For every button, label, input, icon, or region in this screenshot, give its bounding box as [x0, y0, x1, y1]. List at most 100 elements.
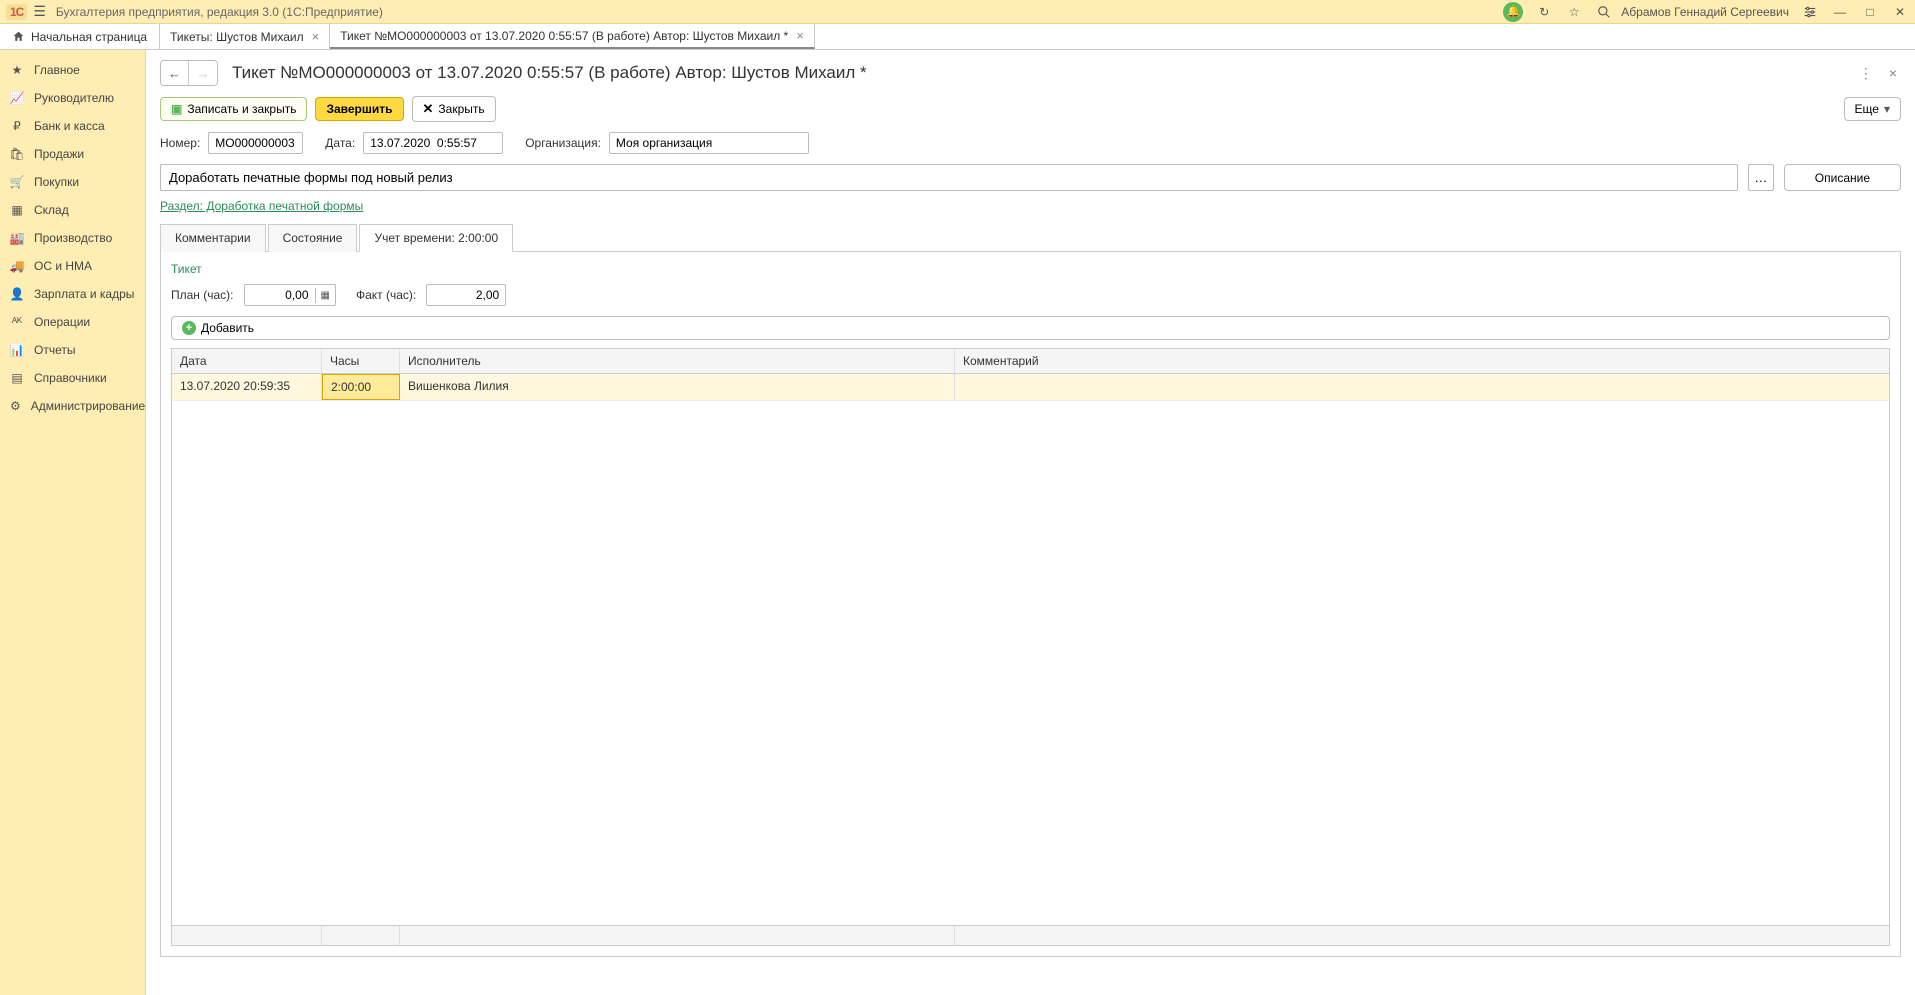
sidebar-item-label: Продажи	[34, 147, 84, 161]
org-input[interactable]	[609, 132, 809, 154]
tab-status[interactable]: Состояние	[268, 224, 358, 252]
nav-buttons: ← →	[160, 60, 218, 86]
search-icon[interactable]	[1595, 3, 1613, 21]
tab-home-label: Начальная страница	[31, 30, 147, 44]
star-icon: ★	[10, 63, 24, 77]
favorite-icon[interactable]: ☆	[1565, 3, 1583, 21]
report-icon: 📊	[10, 343, 24, 357]
sidebar-item-reports[interactable]: 📊Отчеты	[0, 336, 145, 364]
sidebar-item-bank[interactable]: ₽Банк и касса	[0, 112, 145, 140]
cell-hours[interactable]: 2:00:00	[322, 374, 400, 400]
ops-icon: ᴬᴷ	[10, 315, 24, 329]
sidebar-item-warehouse[interactable]: ▦Склад	[0, 196, 145, 224]
save-close-button[interactable]: ▣ Записать и закрыть	[160, 97, 307, 121]
sidebar-item-label: Покупки	[34, 175, 79, 189]
close-icon[interactable]: ×	[796, 28, 804, 43]
menu-dots-icon[interactable]: ⋮	[1855, 61, 1877, 86]
cell-date[interactable]: 13.07.2020 20:59:35	[172, 374, 322, 400]
section-link[interactable]: Раздел: Доработка печатной формы	[160, 199, 363, 213]
time-grid: Дата Часы Исполнитель Комментарий 13.07.…	[171, 348, 1890, 946]
sidebar-item-manager[interactable]: 📈Руководителю	[0, 84, 145, 112]
tab-timetracking[interactable]: Учет времени: 2:00:00	[359, 224, 513, 252]
sidebar-item-purchases[interactable]: 🛒 Покупки	[0, 168, 145, 196]
subject-input-wrap	[160, 164, 1738, 191]
plan-label: План (час):	[171, 288, 234, 302]
col-person[interactable]: Исполнитель	[400, 349, 955, 373]
sidebar-item-salary[interactable]: 👤Зарплата и кадры	[0, 280, 145, 308]
inner-tabs: Комментарии Состояние Учет времени: 2:00…	[160, 223, 1901, 252]
app-logo: 1C	[6, 4, 27, 20]
sidebar: ★Главное 📈Руководителю ₽Банк и касса 🛍Пр…	[0, 50, 146, 995]
sidebar-item-sales[interactable]: 🛍Продажи	[0, 140, 145, 168]
col-comment[interactable]: Комментарий	[955, 349, 1889, 373]
sidebar-item-label: Операции	[34, 315, 90, 329]
minimize-icon[interactable]: —	[1831, 3, 1849, 21]
sidebar-item-directories[interactable]: ▤ Справочники	[0, 364, 145, 392]
tabbar: Начальная страница Тикеты: Шустов Михаил…	[0, 24, 1915, 50]
sidebar-item-operations[interactable]: ᴬᴷ Операции	[0, 308, 145, 336]
tab-ticket-detail[interactable]: Тикет №МО000000003 от 13.07.2020 0:55:57…	[330, 24, 815, 49]
calculator-icon[interactable]: ▦	[315, 288, 335, 303]
basket-icon: 🛒	[10, 175, 24, 189]
sidebar-item-label: Справочники	[34, 371, 107, 385]
person-icon: 👤	[10, 287, 24, 301]
more-button[interactable]: Еще	[1844, 97, 1901, 121]
close-button[interactable]: ✕ Закрыть	[412, 96, 496, 122]
date-label: Дата:	[325, 136, 355, 150]
truck-icon: 🚚	[10, 259, 24, 273]
cell-person[interactable]: Вишенкова Лилия	[400, 374, 955, 400]
tab-home[interactable]: Начальная страница	[0, 24, 160, 49]
tab-content: Тикет План (час): ▦ Факт (час): + Добави…	[160, 252, 1901, 957]
ticket-link[interactable]: Тикет	[171, 262, 1890, 276]
sidebar-item-admin[interactable]: ⚙ Администрирование	[0, 392, 145, 420]
bank-icon: ₽	[10, 119, 24, 133]
close-window-icon[interactable]: ✕	[1891, 3, 1909, 21]
date-input[interactable]	[363, 132, 503, 154]
toolbar: ▣ Записать и закрыть Завершить ✕ Закрыть Е…	[160, 96, 1901, 122]
add-button[interactable]: + Добавить	[171, 316, 1890, 340]
col-hours[interactable]: Часы	[322, 349, 400, 373]
maximize-icon[interactable]: □	[1861, 3, 1879, 21]
user-name[interactable]: Абрамов Геннадий Сергеевич	[1621, 5, 1789, 19]
tab-comments[interactable]: Комментарии	[160, 224, 266, 252]
gear-icon: ⚙	[10, 399, 21, 413]
cell-comment[interactable]	[955, 374, 1889, 400]
x-icon: ✕	[423, 101, 434, 117]
bell-icon[interactable]: 🔔	[1503, 2, 1523, 22]
book-icon: ▤	[10, 371, 24, 385]
finish-button[interactable]: Завершить	[315, 97, 403, 121]
org-label: Организация:	[525, 136, 601, 150]
plan-input[interactable]	[245, 285, 315, 305]
close-icon[interactable]: ×	[312, 29, 320, 44]
col-date[interactable]: Дата	[172, 349, 322, 373]
boxes-icon: ▦	[10, 203, 24, 217]
plus-icon: +	[182, 321, 196, 335]
button-label: Закрыть	[438, 102, 484, 116]
close-page-icon[interactable]: ×	[1885, 61, 1901, 86]
app-title: Бухгалтерия предприятия, редакция 3.0 (1…	[56, 5, 383, 19]
settings-icon[interactable]	[1801, 3, 1819, 21]
button-label: Записать и закрыть	[187, 102, 296, 116]
content: ← → Тикет №МО000000003 от 13.07.2020 0:5…	[146, 50, 1915, 995]
history-icon[interactable]: ↻	[1535, 3, 1553, 21]
forward-button[interactable]: →	[189, 61, 217, 85]
check-icon: ▣	[171, 102, 182, 116]
tab-tickets[interactable]: Тикеты: Шустов Михаил ×	[160, 24, 330, 49]
page-title: Тикет №МО000000003 от 13.07.2020 0:55:57…	[232, 63, 867, 83]
number-input[interactable]	[208, 132, 303, 154]
hamburger-icon[interactable]: ☰	[33, 3, 46, 20]
grid-body[interactable]: 13.07.2020 20:59:35 2:00:00 Вишенкова Ли…	[172, 374, 1889, 925]
sidebar-item-os-nma[interactable]: 🚚ОС и НМА	[0, 252, 145, 280]
tab-label: Тикет №МО000000003 от 13.07.2020 0:55:57…	[340, 29, 788, 43]
sidebar-item-production[interactable]: 🏭Производство	[0, 224, 145, 252]
fact-input	[426, 284, 506, 306]
description-button[interactable]: Описание	[1784, 164, 1901, 191]
table-row[interactable]: 13.07.2020 20:59:35 2:00:00 Вишенкова Ли…	[172, 374, 1889, 401]
ellipsis-button[interactable]: …	[1748, 164, 1774, 191]
sidebar-item-label: Администрирование	[31, 399, 145, 413]
sidebar-item-main[interactable]: ★Главное	[0, 56, 145, 84]
back-button[interactable]: ←	[161, 61, 189, 85]
sidebar-item-label: Руководителю	[34, 91, 114, 105]
subject-input[interactable]	[169, 170, 1729, 185]
factory-icon: 🏭	[10, 231, 24, 245]
